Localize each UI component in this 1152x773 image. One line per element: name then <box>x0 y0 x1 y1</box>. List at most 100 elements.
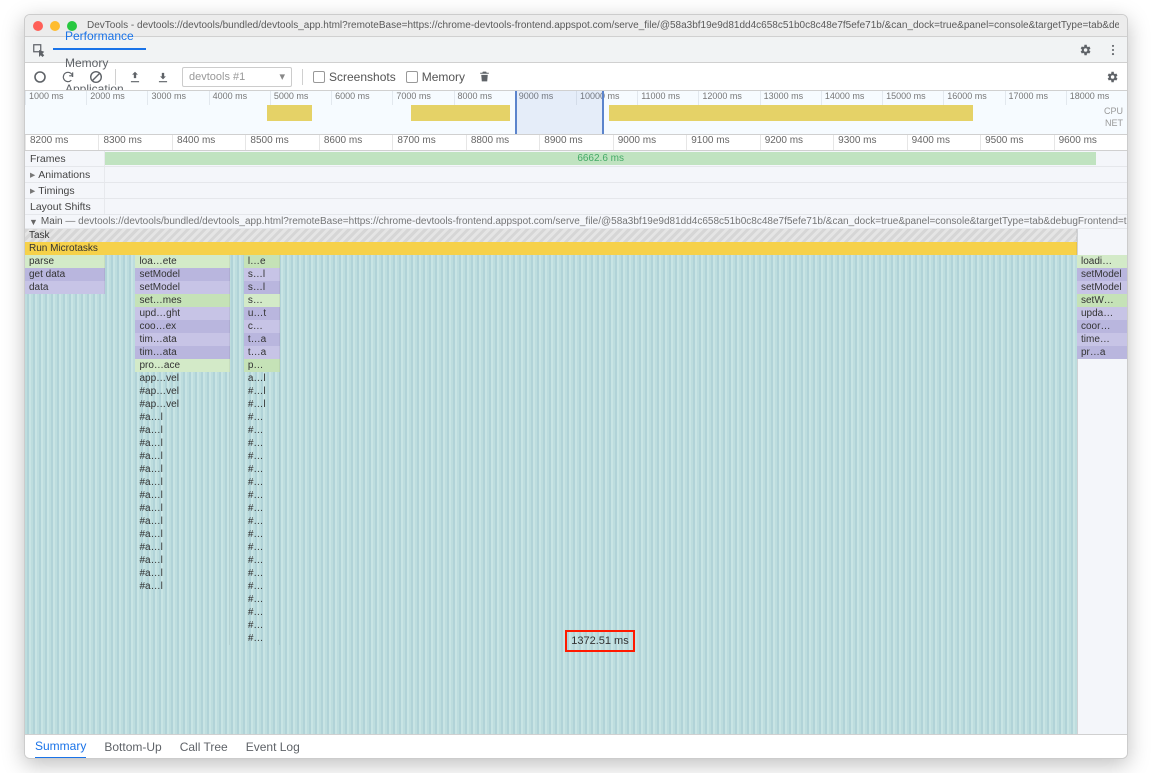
detail-ruler[interactable]: 8200 ms8300 ms8400 ms8500 ms8600 ms8700 … <box>25 135 1127 151</box>
flame-event[interactable]: #a…l <box>135 515 230 528</box>
flame-event[interactable]: p… <box>244 359 280 372</box>
flame-event[interactable]: #… <box>244 502 280 515</box>
flame-row[interactable]: #a…l #… <box>25 567 1077 580</box>
flame-row[interactable]: app…vel a…l <box>25 372 1077 385</box>
flame-row[interactable]: #a…l #… <box>25 450 1077 463</box>
main-track-header[interactable]: ▼ Main — devtools://devtools/bundled/dev… <box>25 215 1127 229</box>
flame-event[interactable]: #… <box>244 437 280 450</box>
flame-row[interactable]: #… <box>25 632 1077 645</box>
flame-event[interactable]: set…mes <box>135 294 230 307</box>
flame-event[interactable]: #… <box>244 424 280 437</box>
flame-row[interactable]: set…mess… <box>25 294 1077 307</box>
flame-row[interactable]: parseloa…etel…e <box>25 255 1077 268</box>
flame-row[interactable]: datasetModels…l <box>25 281 1077 294</box>
flame-event-right[interactable]: pr…a <box>1077 346 1127 359</box>
frame-bar[interactable]: 6662.6 ms <box>105 152 1096 165</box>
flame-event[interactable]: #… <box>244 476 280 489</box>
flame-event[interactable]: a…l <box>244 372 280 385</box>
flame-event[interactable]: #… <box>244 580 280 593</box>
flame-event[interactable]: loa…ete <box>135 255 230 268</box>
tab-network[interactable]: Network <box>53 14 146 24</box>
clear-icon[interactable] <box>87 68 105 86</box>
download-icon[interactable] <box>154 68 172 86</box>
flame-event-right[interactable]: time…Data <box>1077 333 1127 346</box>
flame-event[interactable]: #a…l <box>135 411 230 424</box>
close-icon[interactable] <box>33 21 43 31</box>
flame-row[interactable]: pro…ace p… <box>25 359 1077 372</box>
flame-event[interactable]: #a…l <box>135 554 230 567</box>
flame-row[interactable]: #a…l #… <box>25 580 1077 593</box>
flame-event[interactable]: setModel <box>135 268 230 281</box>
flame-event[interactable]: tim…ata <box>135 346 230 359</box>
flame-event-right[interactable]: setModel <box>1077 268 1127 281</box>
flame-event[interactable]: #a…l <box>135 476 230 489</box>
flame-row[interactable]: #a…l#… <box>25 437 1077 450</box>
flame-row[interactable]: #a…l #… <box>25 411 1077 424</box>
flame-event[interactable]: tim…ata <box>135 333 230 346</box>
flame-event[interactable]: #… <box>244 567 280 580</box>
flame-event[interactable] <box>135 619 230 632</box>
screenshots-checkbox[interactable]: Screenshots <box>313 70 396 84</box>
flame-row[interactable]: #ap…vel#…l <box>25 385 1077 398</box>
flame-event[interactable]: coo…ex <box>135 320 230 333</box>
reload-icon[interactable] <box>59 68 77 86</box>
flame-row[interactable]: #a…l #… <box>25 515 1077 528</box>
flame-event[interactable]: #… <box>244 515 280 528</box>
flame-event-right[interactable]: setModel <box>1077 281 1127 294</box>
flame-event[interactable]: #a…l <box>135 424 230 437</box>
flame-event[interactable]: #… <box>244 489 280 502</box>
details-tab-bottom-up[interactable]: Bottom-Up <box>104 735 161 759</box>
flame-row[interactable]: tim…ata t…a <box>25 346 1077 359</box>
flame-row[interactable]: #a…l #… <box>25 554 1077 567</box>
flame-event[interactable]: #… <box>244 606 280 619</box>
flame-row[interactable]: #a…l #… <box>25 424 1077 437</box>
flame-event[interactable]: data <box>25 281 105 294</box>
tab-performance[interactable]: Performance <box>53 24 146 50</box>
profile-select[interactable]: devtools #1 ▾ <box>182 67 292 87</box>
flame-event[interactable]: #… <box>244 554 280 567</box>
flame-row[interactable]: get datasetModels…l <box>25 268 1077 281</box>
flame-event[interactable]: c… <box>244 320 280 333</box>
flame-event[interactable]: #… <box>244 541 280 554</box>
flame-event[interactable]: #… <box>244 528 280 541</box>
flame-event[interactable]: app…vel <box>135 372 230 385</box>
flame-event[interactable]: l…e <box>244 255 280 268</box>
flame-row[interactable]: #ap…vel#…l <box>25 398 1077 411</box>
flame-event[interactable]: #… <box>244 632 280 645</box>
flame-row[interactable]: Task <box>25 229 1077 242</box>
flame-event[interactable]: #… <box>244 450 280 463</box>
flame-event[interactable]: #… <box>244 411 280 424</box>
flame-event[interactable]: #a…l <box>135 567 230 580</box>
flame-row[interactable]: #a…l#… <box>25 463 1077 476</box>
flame-event[interactable]: Run Microtasks <box>25 242 1077 255</box>
flame-row[interactable]: tim…atat…a <box>25 333 1077 346</box>
flame-event[interactable]: #a…l <box>135 541 230 554</box>
trash-icon[interactable] <box>475 68 493 86</box>
flame-event[interactable]: #a…l <box>135 528 230 541</box>
flame-row[interactable]: coo…ex c… <box>25 320 1077 333</box>
flame-row[interactable]: #a…l #… <box>25 489 1077 502</box>
flame-event-right[interactable]: upda…ight <box>1077 307 1127 320</box>
flame-row[interactable]: #… <box>25 593 1077 606</box>
flame-event[interactable]: #a…l <box>135 580 230 593</box>
record-icon[interactable] <box>31 68 49 86</box>
more-icon[interactable] <box>1099 43 1127 57</box>
timeline-overview[interactable]: 1000 ms2000 ms3000 ms4000 ms5000 ms6000 … <box>25 91 1127 135</box>
settings-icon[interactable] <box>1071 43 1099 57</box>
flame-event[interactable]: t…a <box>244 346 280 359</box>
flame-event[interactable]: #a…l <box>135 489 230 502</box>
flame-event[interactable]: #ap…vel <box>135 398 230 411</box>
animations-track[interactable]: ▸Animations <box>25 167 1127 183</box>
flame-event[interactable]: #… <box>244 619 280 632</box>
flame-chart[interactable]: TaskRun Microtasksparseloa…etel…eloadi…e… <box>25 229 1127 734</box>
flame-row[interactable]: #a…l #… <box>25 476 1077 489</box>
flame-event[interactable] <box>135 606 230 619</box>
details-tab-event-log[interactable]: Event Log <box>246 735 300 759</box>
overview-selection[interactable] <box>515 91 603 134</box>
flame-row[interactable]: #a…l #… <box>25 541 1077 554</box>
flame-row[interactable]: #a…l #… <box>25 528 1077 541</box>
flame-event-right[interactable]: coor…dex <box>1077 320 1127 333</box>
flame-event[interactable]: s…l <box>244 281 280 294</box>
flame-event[interactable]: pro…ace <box>135 359 230 372</box>
flame-event[interactable]: #a…l <box>135 450 230 463</box>
